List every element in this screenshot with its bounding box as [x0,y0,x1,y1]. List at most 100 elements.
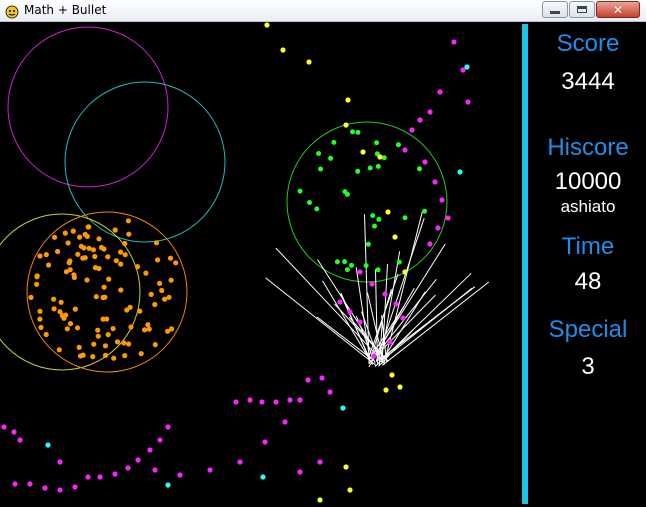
bullet [422,208,428,214]
bullet [75,251,81,257]
bullet [91,341,97,347]
minimize-button[interactable] [542,1,568,18]
bullet [173,260,179,266]
bullet [342,189,348,195]
bullet [318,166,324,172]
bullet [314,206,320,212]
bullet [375,163,381,169]
game-area[interactable]: Score 3444 Hiscore 10000 ashiato Time 48… [0,22,646,507]
bullet [297,188,303,194]
bullet [259,399,265,405]
bullet [101,284,107,290]
bullet [328,155,334,161]
bullet [122,252,128,258]
bullet [165,328,171,334]
bullet [357,269,363,275]
bullet [262,439,268,445]
bullet [417,117,423,123]
bullet [334,259,340,265]
bullet [381,155,387,161]
bullet [369,281,375,287]
enemy-ring [64,81,226,243]
window-titlebar[interactable]: Math + Bullet ✕ [0,0,646,22]
bullet [260,474,266,480]
maximize-button[interactable] [569,1,595,18]
bullet [396,259,402,265]
bullet [153,240,160,246]
bullet [165,424,171,430]
bullet [37,308,43,314]
sidebar-divider [522,24,528,504]
bullet [147,447,153,453]
bullet [84,233,90,239]
bullet [165,482,171,488]
bullet [370,213,376,219]
bullet [57,487,63,493]
bullet [84,277,90,283]
bullet [432,179,438,185]
bullet [437,89,443,95]
bullet [122,353,128,359]
bullet [152,301,158,308]
bullet [282,419,288,425]
window-title: Math + Bullet [24,3,107,17]
bullet [63,312,69,318]
bullet [46,262,52,268]
window-controls: ✕ [541,1,640,18]
bullet [38,324,44,330]
bullet [344,267,350,273]
bullet [445,215,451,221]
bullet [1,424,7,430]
bullet [317,459,323,465]
bullet [331,139,337,145]
spark-layer [265,211,490,368]
bullet [305,377,311,383]
bullet [464,64,470,70]
bullet [402,269,408,275]
bullet [102,352,109,358]
bullet [372,223,377,229]
bullet [67,267,73,273]
bullet [400,315,406,321]
bullet [376,216,382,222]
close-button[interactable]: ✕ [596,1,640,18]
bullet [90,354,96,360]
bullet [159,287,165,294]
bullet [247,397,253,403]
bullet [365,241,371,247]
bullet [11,429,17,435]
bullet [34,273,40,279]
bullet [76,344,82,350]
bullet [435,225,441,231]
bullet [118,287,124,293]
bullet [177,472,183,478]
bullet [349,262,354,268]
playfield[interactable] [0,22,522,507]
bullet [77,234,83,240]
bullet [371,353,377,359]
bullet [70,228,76,234]
bullet [233,399,239,405]
bullet [427,241,433,247]
bullet [317,497,323,503]
bullet [280,47,286,53]
bullet [37,316,43,322]
bullet [427,109,433,115]
bullet [62,230,68,236]
bullet [143,270,149,276]
minimize-icon [550,11,560,14]
bullet [389,372,395,378]
bullet [72,484,78,490]
special-label: Special [548,316,628,343]
bullet [377,154,383,160]
bullet [67,258,73,264]
bullet [363,263,369,269]
hiscore-label: Hiscore [547,134,629,161]
bullet [152,467,158,473]
special-value: 3 [581,353,595,380]
bullet [457,169,463,175]
bullet [287,397,293,403]
bullet [207,467,213,473]
bullet [451,39,457,45]
bullet [137,308,143,314]
